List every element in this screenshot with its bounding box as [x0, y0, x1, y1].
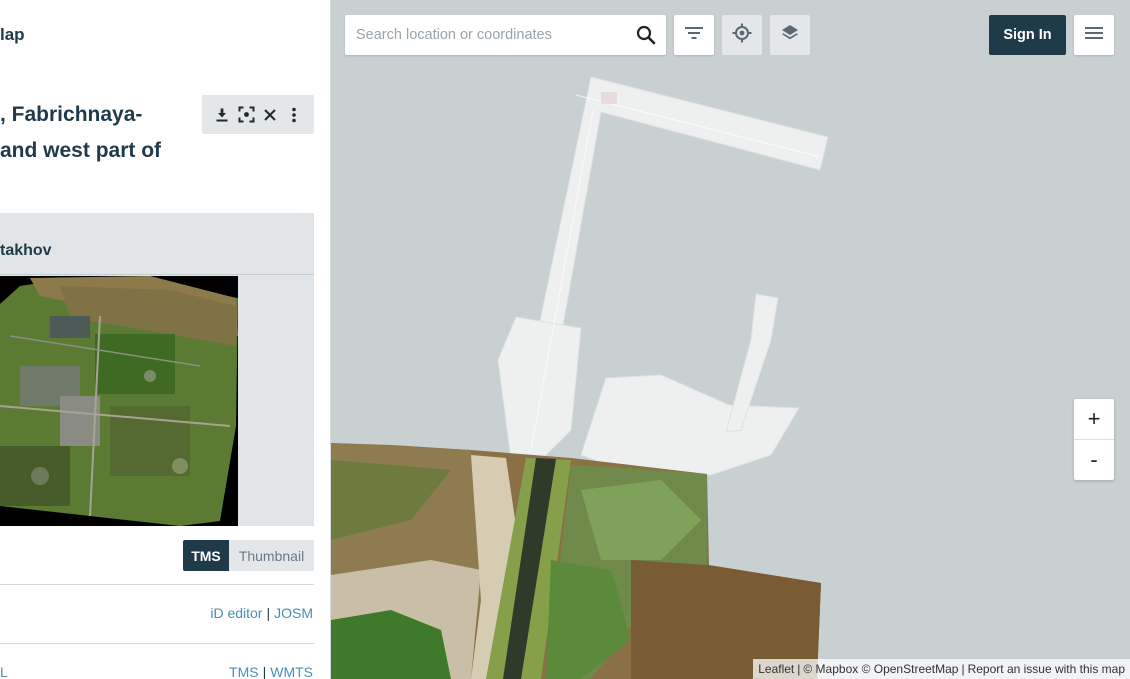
map-attribution: Leaflet | © Mapbox © OpenStreetMap | Rep… — [753, 659, 1130, 679]
image-toolbar — [202, 95, 314, 134]
sign-in-button[interactable]: Sign In — [989, 15, 1066, 55]
josm-link[interactable]: JOSM — [274, 605, 313, 621]
map-canvas[interactable] — [331, 0, 1130, 679]
provider-name: takhov — [0, 242, 52, 259]
search-icon[interactable] — [636, 25, 656, 45]
imagery-card-header: takhov — [0, 213, 314, 275]
leaflet-link[interactable]: Leaflet — [758, 662, 794, 676]
imagery-thumbnail — [0, 276, 238, 526]
attribution-separator: | — [797, 662, 801, 676]
filter-icon — [684, 26, 704, 45]
zoom-in-button[interactable]: + — [1074, 399, 1114, 439]
section-divider — [0, 584, 314, 585]
more-vertical-icon[interactable] — [284, 105, 304, 125]
layers-icon — [781, 24, 799, 47]
layers-button[interactable] — [770, 15, 810, 55]
id-editor-link[interactable]: iD editor — [210, 605, 262, 621]
service-links: TMS | WMTS — [229, 664, 313, 679]
edit-links: iD editor | JOSM — [210, 605, 313, 621]
image-title-line-2: and west part of — [0, 139, 162, 162]
attribution-separator: | — [961, 662, 965, 676]
sidebar-panel: lap , Fabrichnaya- and west part of takh… — [0, 0, 331, 679]
search-input[interactable] — [345, 15, 625, 55]
toggle-thumbnail-button[interactable]: Thumbnail — [229, 540, 314, 571]
app-root: lap , Fabrichnaya- and west part of takh… — [0, 0, 1130, 679]
search-box — [345, 15, 666, 55]
locate-icon — [732, 23, 752, 48]
report-issue-link[interactable]: Report an issue with this map — [968, 662, 1125, 676]
imagery-card: takhov — [0, 213, 314, 526]
zoom-out-button[interactable]: - — [1074, 440, 1114, 480]
toggle-tms-button[interactable]: TMS — [183, 540, 229, 571]
map-tiles — [331, 0, 1130, 679]
image-title-line-1: , Fabrichnaya- — [0, 103, 143, 126]
filter-button[interactable] — [674, 15, 714, 55]
map-credits: © Mapbox © OpenStreetMap — [803, 662, 959, 676]
brand-title[interactable]: lap — [0, 25, 25, 45]
link-separator: | — [266, 605, 271, 621]
image-title: , Fabrichnaya- and west part of — [0, 97, 200, 169]
zoom-control: + - — [1074, 399, 1114, 480]
cut-off-label[interactable]: L — [0, 664, 8, 679]
zoom-to-extent-icon[interactable] — [236, 105, 256, 125]
menu-button[interactable] — [1074, 15, 1114, 55]
download-icon[interactable] — [212, 105, 232, 125]
section-divider — [0, 643, 314, 644]
link-separator: | — [262, 664, 267, 679]
menu-icon — [1084, 26, 1104, 45]
wmts-link[interactable]: WMTS — [270, 664, 313, 679]
layer-toggle: TMS Thumbnail — [183, 540, 314, 571]
close-icon[interactable] — [260, 105, 280, 125]
tms-link[interactable]: TMS — [229, 664, 259, 679]
locate-button[interactable] — [722, 15, 762, 55]
